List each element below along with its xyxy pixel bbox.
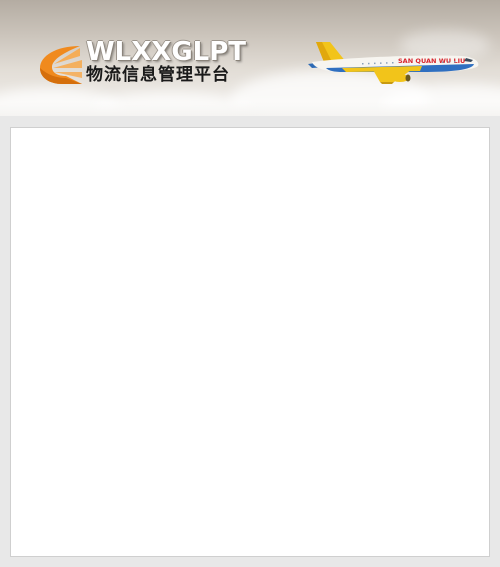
app-header: WLXXGLPT 物流信息管理平台 SAN QUAN WU LIU <box>0 0 500 116</box>
plane-livery-text: SAN QUAN WU LIU <box>398 57 465 65</box>
logo-wordmark: WLXXGLPT <box>86 37 247 67</box>
orange-fan-logo-icon <box>40 46 82 84</box>
main-content-panel <box>10 127 490 557</box>
cargo-airplane-icon: SAN QUAN WU LIU <box>308 42 479 84</box>
header-fade <box>0 102 500 116</box>
logo-chinese-title: 物流信息管理平台 <box>86 65 230 85</box>
